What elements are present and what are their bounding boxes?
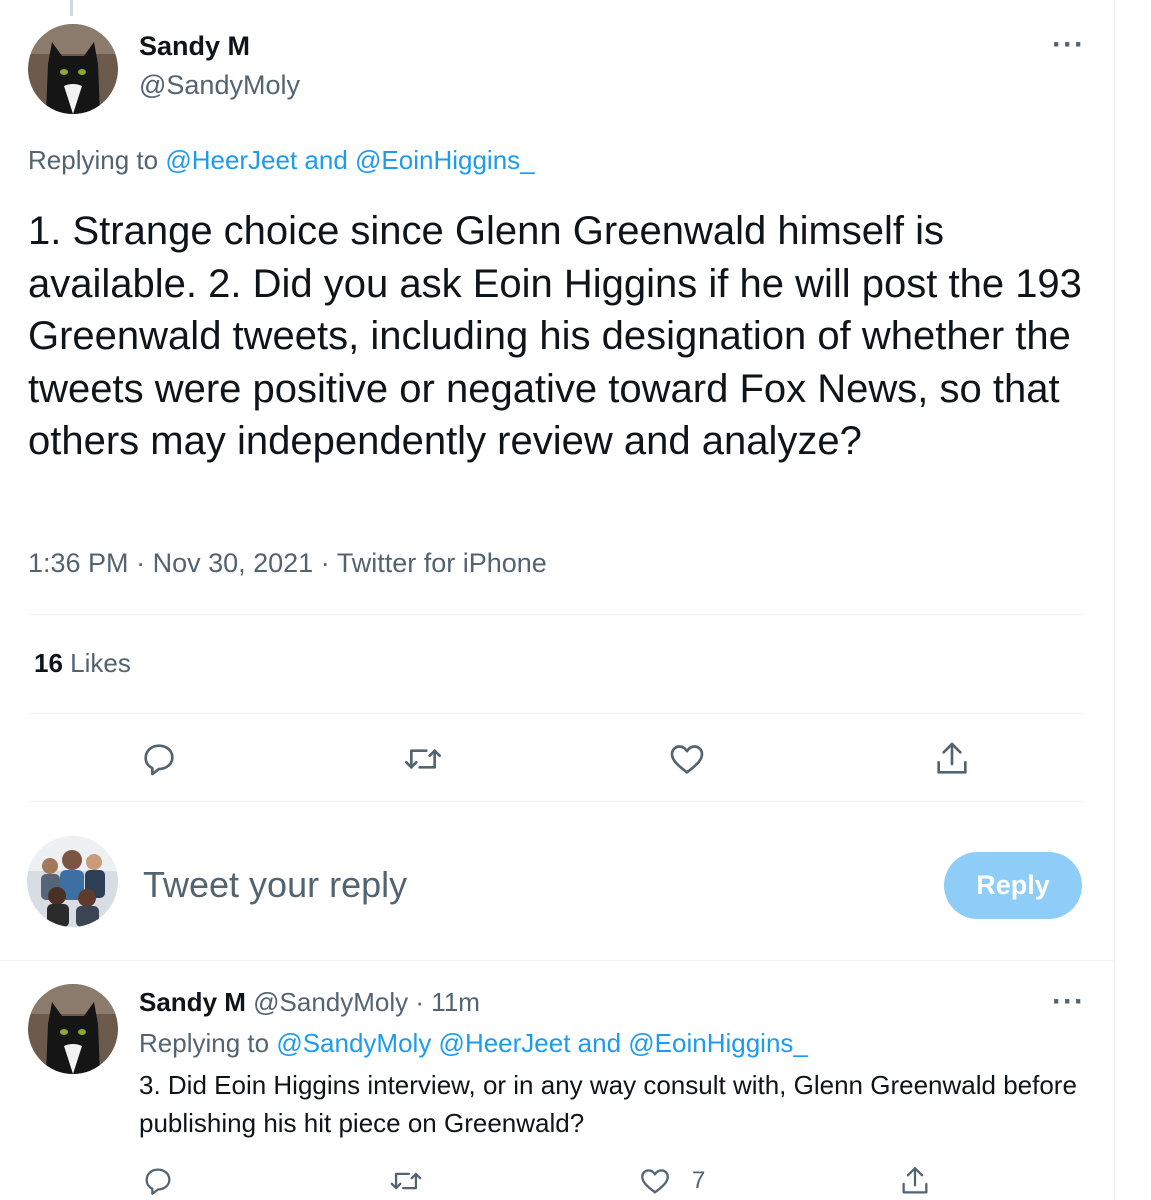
tweet-meta: 1:36 PM · Nov 30, 2021 · Twitter for iPh… <box>28 548 547 578</box>
more-icon[interactable]: ··· <box>1052 28 1085 62</box>
like-icon[interactable]: 7 <box>638 1164 705 1198</box>
share-icon[interactable] <box>927 734 977 784</box>
divider <box>28 801 1085 802</box>
author-avatar[interactable] <box>28 24 118 114</box>
reply-header: Sandy M @SandyMoly · 11m <box>139 987 480 1017</box>
reply-icon[interactable] <box>141 1164 175 1198</box>
user-avatar[interactable] <box>27 836 118 927</box>
likes-stat[interactable]: 16 Likes <box>34 648 131 679</box>
replying-to-link[interactable]: @HeerJeet and @EoinHiggins_ <box>165 145 534 175</box>
like-count: 7 <box>692 1167 706 1194</box>
divider <box>28 614 1085 615</box>
reply-input[interactable]: Tweet your reply <box>143 864 407 906</box>
replying-to: Replying to @HeerJeet and @EoinHiggins_ <box>28 145 535 176</box>
tweet-source[interactable]: Twitter for iPhone <box>337 548 547 578</box>
thread-connector <box>70 0 73 16</box>
reply-elapsed[interactable]: 11m <box>431 987 480 1017</box>
reply-author-handle[interactable]: @SandyMoly <box>253 987 408 1017</box>
tweet-date[interactable]: Nov 30, 2021 <box>153 548 314 578</box>
tweet-time[interactable]: 1:36 PM <box>28 548 129 578</box>
replying-to-link[interactable]: @SandyMoly @HeerJeet and @EoinHiggins_ <box>276 1028 808 1058</box>
likes-count: 16 <box>34 648 63 678</box>
author-name[interactable]: Sandy M <box>139 31 250 62</box>
replying-to: Replying to @SandyMoly @HeerJeet and @Eo… <box>139 1028 808 1059</box>
reply-text: 3. Did Eoin Higgins interview, or in any… <box>139 1070 1077 1138</box>
replying-prefix: Replying to <box>28 145 159 175</box>
reply-author-name[interactable]: Sandy M <box>139 987 246 1017</box>
retweet-icon[interactable] <box>389 1164 423 1198</box>
replying-prefix: Replying to <box>139 1028 270 1058</box>
reply-button[interactable]: Reply <box>944 852 1082 919</box>
likes-label: Likes <box>70 648 131 678</box>
author-handle[interactable]: @SandyMoly <box>139 70 300 101</box>
like-icon[interactable] <box>662 734 712 784</box>
more-icon[interactable]: ··· <box>1052 985 1085 1019</box>
share-icon[interactable] <box>898 1164 932 1198</box>
tweet-text: 1. Strange choice since Glenn Greenwald … <box>28 209 1082 463</box>
divider <box>0 960 1114 961</box>
reply-icon[interactable] <box>134 734 184 784</box>
column-border <box>1114 0 1115 1200</box>
divider <box>28 713 1085 714</box>
retweet-icon[interactable] <box>398 734 448 784</box>
reply-author-avatar[interactable] <box>28 984 118 1074</box>
